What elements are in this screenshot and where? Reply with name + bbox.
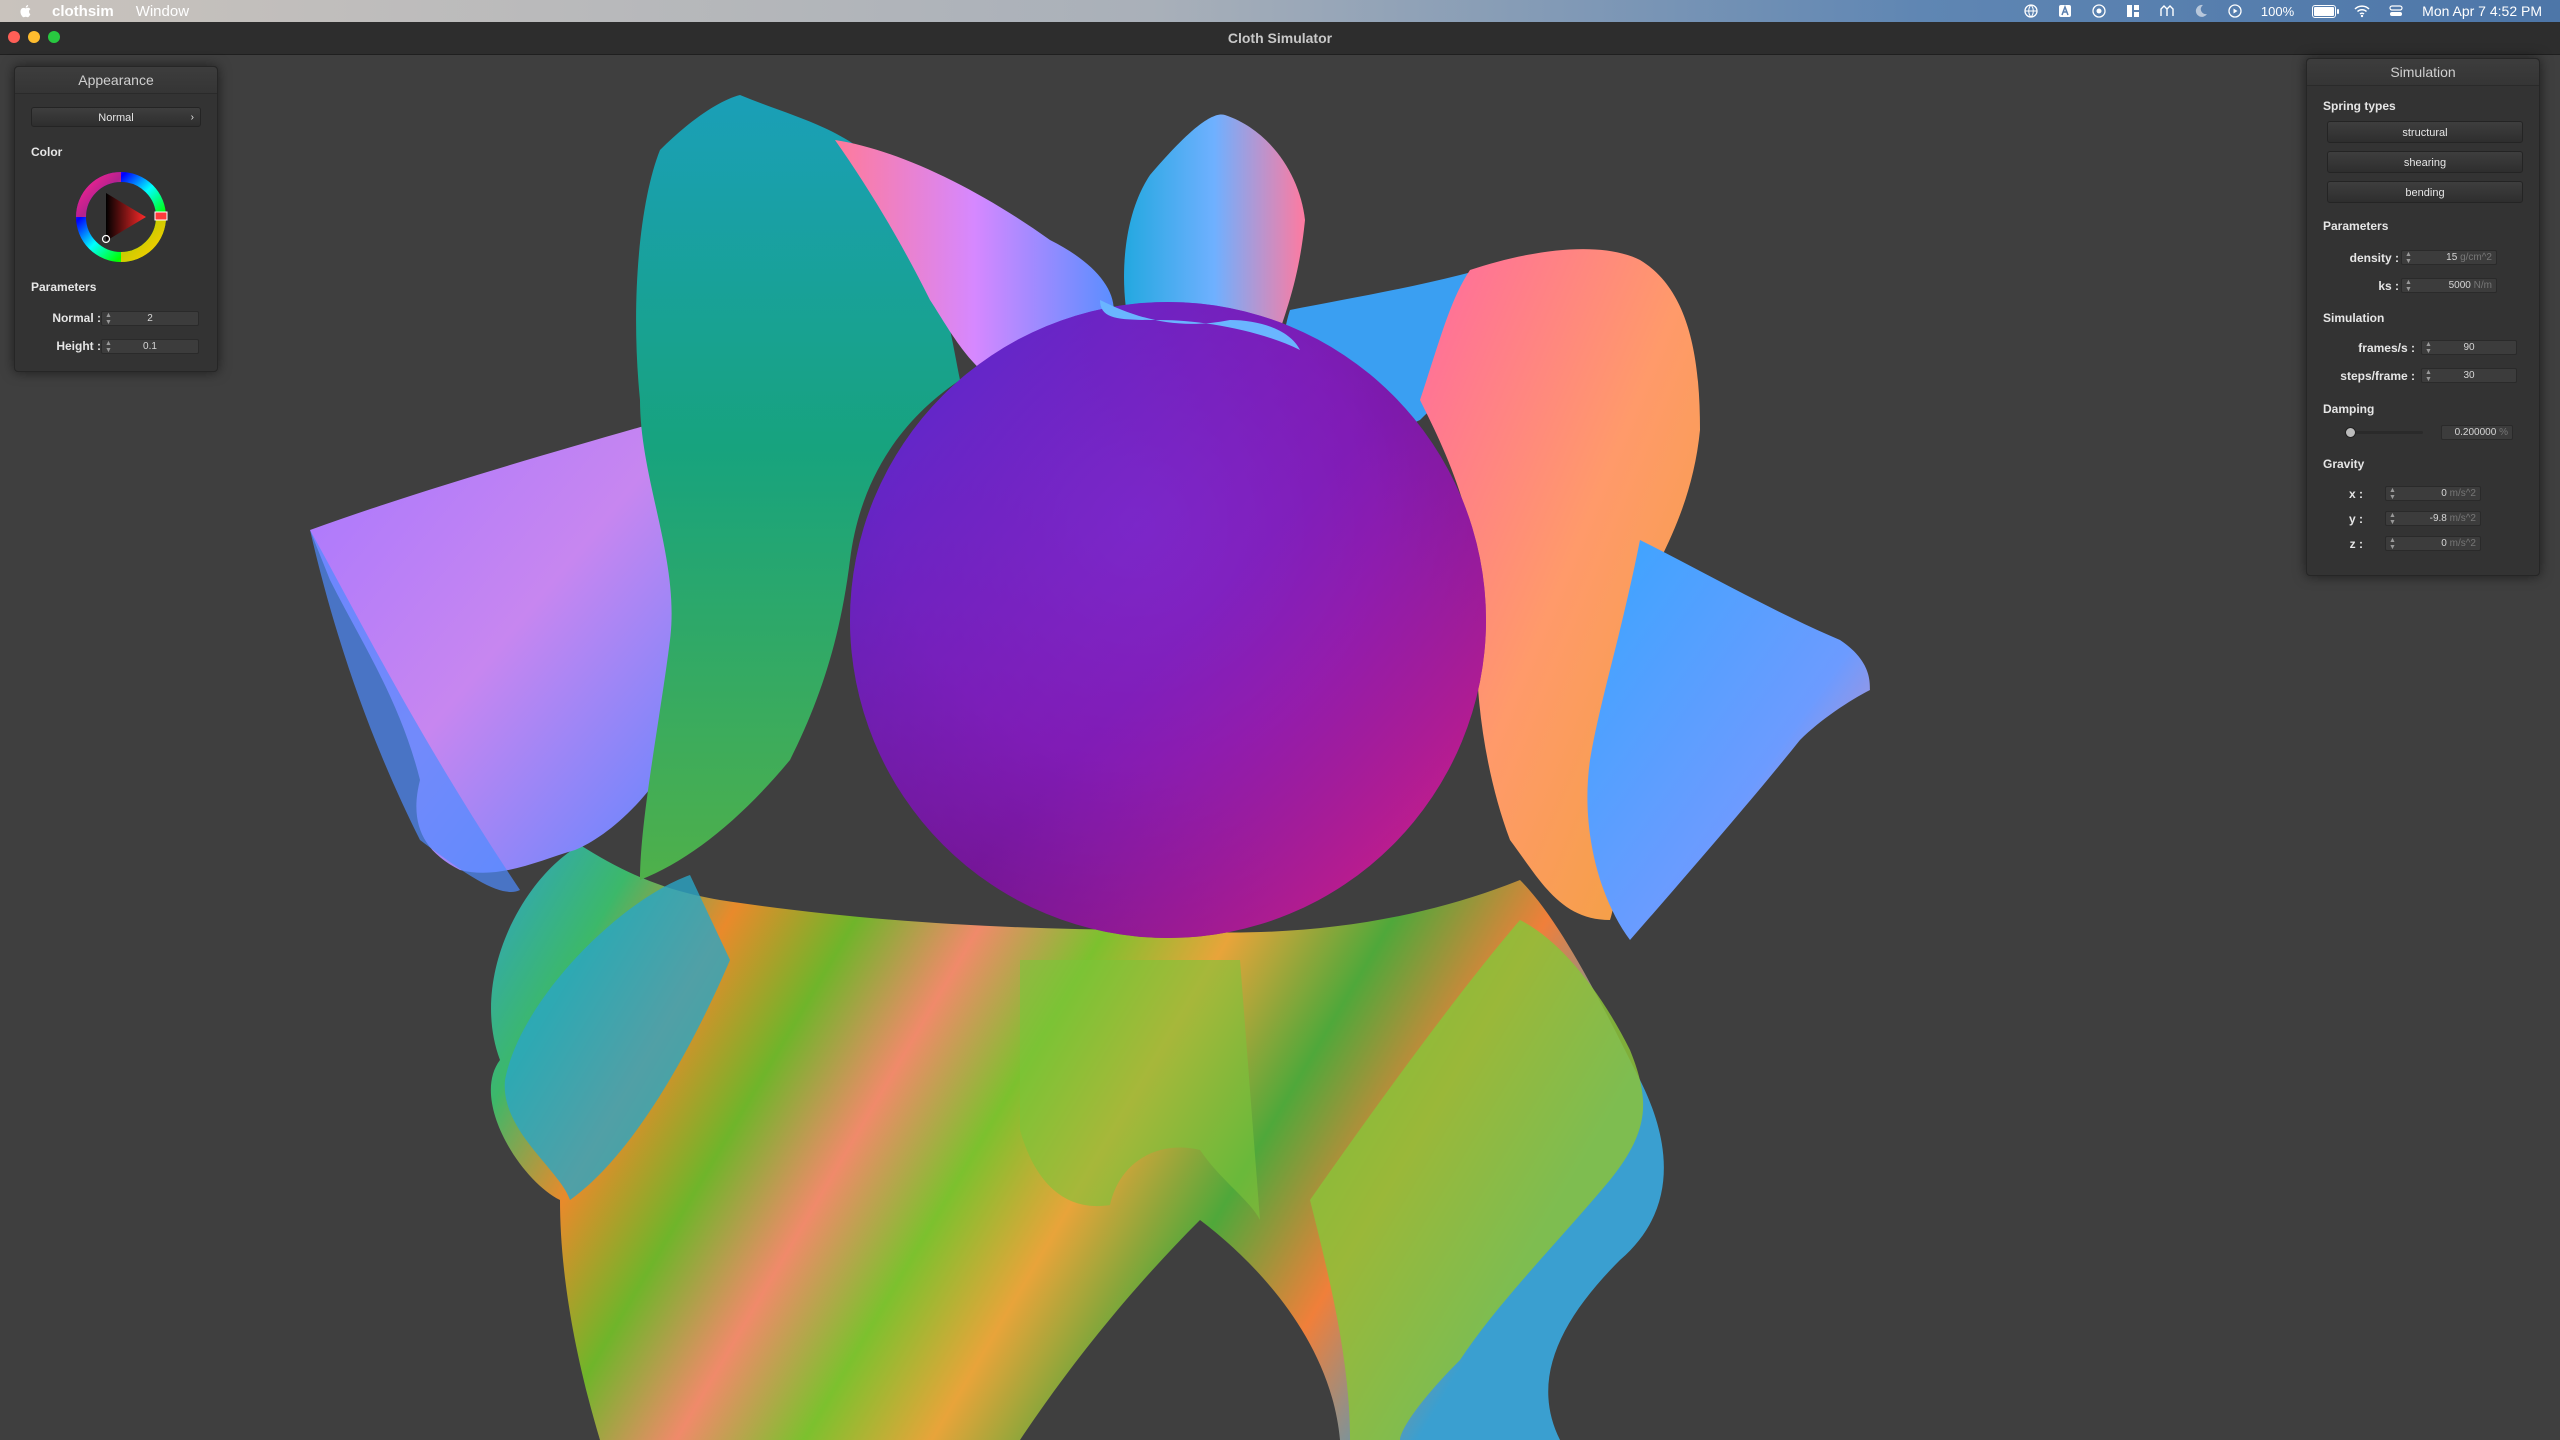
cloth-right-blue-flap <box>1587 540 1870 940</box>
gravity-x-unit: m/s^2 <box>2449 488 2476 499</box>
shader-value: Normal <box>98 112 134 124</box>
damping-unit: % <box>2499 427 2508 438</box>
color-label: Color <box>31 145 63 159</box>
apple-icon[interactable] <box>18 3 34 19</box>
gravity-y-field[interactable]: ▲ ▼ -9.8 m/s^2 <box>2385 511 2481 526</box>
text-input-icon[interactable] <box>2057 3 2073 19</box>
ks-label: ks : <box>2378 279 2399 293</box>
control-icon[interactable] <box>2125 3 2141 19</box>
normal-field[interactable]: ▲ ▼ 2 <box>101 311 199 326</box>
bending-button[interactable]: bending <box>2327 181 2523 203</box>
clock[interactable]: Mon Apr 7 4:52 PM <box>2422 3 2542 19</box>
height-field[interactable]: ▲ ▼ 0.1 <box>101 339 199 354</box>
gravity-z-field[interactable]: ▲ ▼ 0 m/s^2 <box>2385 536 2481 551</box>
gravity-label: Gravity <box>2323 457 2365 471</box>
fps-label: frames/s : <box>2358 341 2415 355</box>
height-value: 0.1 <box>143 341 157 352</box>
ks-field[interactable]: ▲ ▼ 5000 N/m <box>2401 278 2497 293</box>
cloth-top-fold <box>1124 114 1305 330</box>
app-menu[interactable]: clothsim <box>52 3 114 20</box>
gravity-y-value: -9.8 <box>2429 513 2447 524</box>
steps-label: steps/frame : <box>2340 369 2415 383</box>
window-menu[interactable]: Window <box>136 3 189 20</box>
fps-field[interactable]: ▲ ▼ 90 <box>2421 340 2517 355</box>
appearance-title[interactable]: Appearance <box>15 67 217 94</box>
simulation-title[interactable]: Simulation <box>2307 59 2539 86</box>
sim-section-label: Simulation <box>2323 311 2385 325</box>
structural-button[interactable]: structural <box>2327 121 2523 143</box>
density-value: 15 <box>2446 252 2458 263</box>
damping-label: Damping <box>2323 402 2375 416</box>
fps-value: 90 <box>2463 342 2475 353</box>
screen-record-icon[interactable] <box>2091 3 2107 19</box>
sim-params-label: Parameters <box>2323 219 2389 233</box>
battery-percent: 100% <box>2260 3 2295 19</box>
render-viewport[interactable] <box>0 55 2560 1440</box>
globe-icon[interactable] <box>2023 3 2039 19</box>
cloth-render <box>310 95 1870 1440</box>
sphere-shading <box>850 302 1486 938</box>
shearing-button[interactable]: shearing <box>2327 151 2523 173</box>
appearance-params-label: Parameters <box>31 280 97 294</box>
ks-value: 5000 <box>2448 280 2471 291</box>
chevron-right-icon: › <box>190 112 194 123</box>
steps-field[interactable]: ▲ ▼ 30 <box>2421 368 2517 383</box>
damping-value: 0.200000 <box>2454 427 2497 438</box>
steps-value: 30 <box>2463 370 2475 381</box>
density-field[interactable]: ▲ ▼ 15 g/cm^2 <box>2401 250 2497 265</box>
gravity-y-unit: m/s^2 <box>2449 513 2476 524</box>
damping-slider[interactable] <box>2347 431 2423 434</box>
normal-value: 2 <box>147 313 153 324</box>
density-label: density : <box>2349 251 2399 265</box>
ks-unit: N/m <box>2473 280 2492 291</box>
gravity-z-value: 0 <box>2441 538 2447 549</box>
close-button[interactable] <box>8 31 20 43</box>
minimize-button[interactable] <box>28 31 40 43</box>
density-unit: g/cm^2 <box>2460 252 2492 263</box>
window-title: Cloth Simulator <box>1227 30 1333 46</box>
shader-dropdown[interactable]: Normal › <box>31 107 201 127</box>
normal-label: Normal : <box>52 311 101 325</box>
damping-slider-handle[interactable] <box>2344 427 2356 438</box>
menu-bar: clothsim Window 100% Mon Apr 7 4:52 PM <box>0 0 2560 22</box>
damping-field[interactable]: 0.200000 % <box>2441 425 2513 440</box>
battery-icon[interactable] <box>2312 4 2340 18</box>
control-center-icon[interactable] <box>2388 3 2404 19</box>
play-icon[interactable] <box>2227 3 2243 19</box>
simulation-panel: Simulation Spring types structural shear… <box>2306 58 2540 576</box>
appearance-panel: Appearance Normal › Color Parameters Nor… <box>14 66 218 372</box>
height-label: Height : <box>56 339 101 353</box>
window-titlebar: Cloth Simulator <box>0 22 2560 55</box>
wifi-icon[interactable] <box>2354 3 2370 19</box>
gravity-z-unit: m/s^2 <box>2449 538 2476 549</box>
gravity-x-field[interactable]: ▲ ▼ 0 m/s^2 <box>2385 486 2481 501</box>
gravity-y-label: y : <box>2348 512 2363 526</box>
gravity-x-value: 0 <box>2441 488 2447 499</box>
moon-icon[interactable] <box>2193 3 2209 19</box>
gravity-z-label: z : <box>2349 537 2363 551</box>
color-wheel[interactable] <box>73 169 169 265</box>
status-area: 100% Mon Apr 7 4:52 PM <box>2023 0 2542 22</box>
zoom-button[interactable] <box>48 31 60 43</box>
spring-types-label: Spring types <box>2323 99 2396 113</box>
airdrop-icon[interactable] <box>2159 3 2175 19</box>
gravity-x-label: x : <box>2348 487 2363 501</box>
